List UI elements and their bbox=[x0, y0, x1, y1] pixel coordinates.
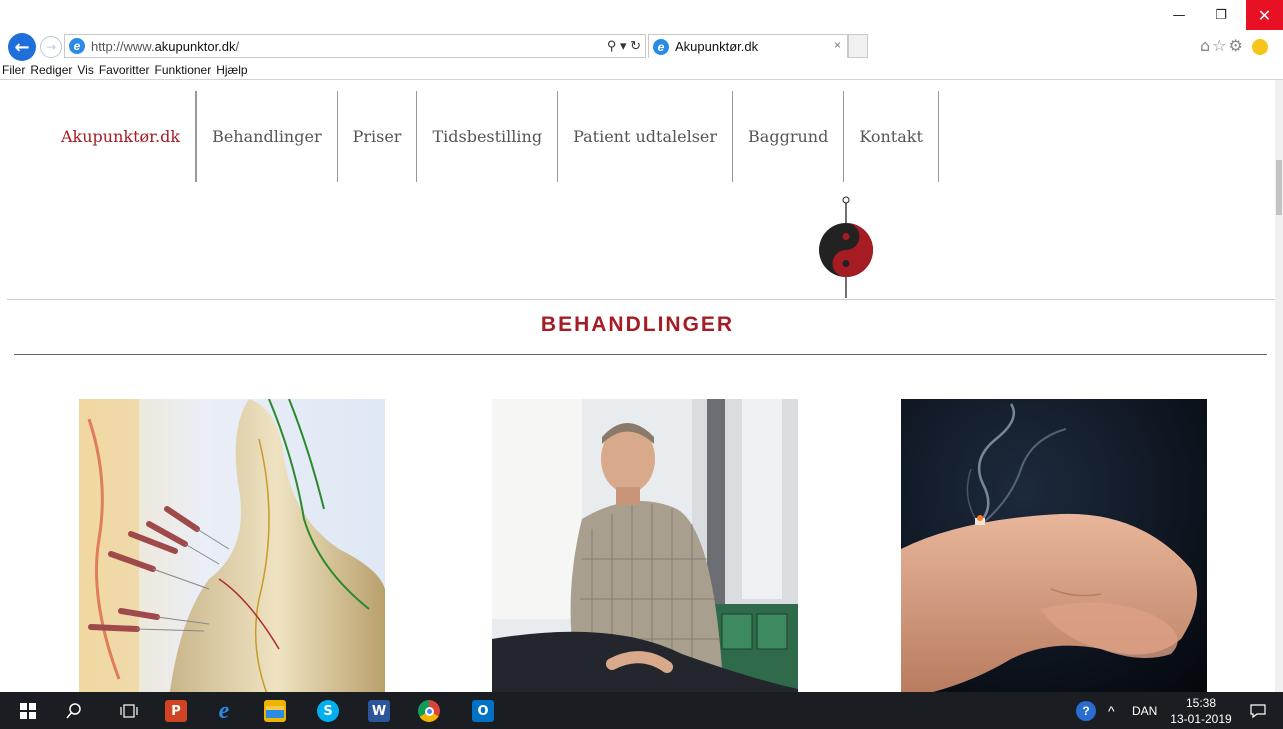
url-suffix: / bbox=[235, 38, 240, 54]
restore-button[interactable]: ❐ bbox=[1203, 0, 1239, 30]
powerpoint-icon[interactable]: P bbox=[165, 700, 187, 722]
nav-item-behandlinger[interactable]: Behandlinger bbox=[196, 91, 338, 182]
clock-time: 15:38 bbox=[1185, 696, 1217, 710]
forward-button[interactable]: → bbox=[40, 36, 62, 58]
internet-explorer-icon[interactable]: e bbox=[213, 698, 235, 724]
scrollbar-thumb[interactable] bbox=[1276, 160, 1282, 215]
windows-start-icon[interactable] bbox=[17, 700, 39, 722]
url-host: akupunktor.dk bbox=[154, 38, 236, 54]
nav-item-tidsbestilling[interactable]: Tidsbestilling bbox=[417, 91, 559, 182]
tab-close-icon[interactable]: × bbox=[834, 38, 841, 52]
file-explorer-icon[interactable] bbox=[264, 700, 286, 722]
yin-yang-needle-logo[interactable] bbox=[818, 195, 874, 300]
toolbar-icons[interactable]: ⌂☆⚙ bbox=[1200, 36, 1268, 55]
nav-item-patient-udtalelser[interactable]: Patient udtalelser bbox=[558, 91, 734, 182]
search-icon[interactable] bbox=[63, 700, 85, 722]
menu-bar: Filer Rediger Vis Favoritter Funktioner … bbox=[0, 60, 1283, 80]
clock-date: 13-01-2019 bbox=[1170, 712, 1232, 726]
chrome-icon[interactable] bbox=[418, 700, 440, 722]
minimize-button[interactable]: — bbox=[1161, 0, 1197, 30]
action-center-icon[interactable] bbox=[1250, 692, 1266, 729]
nav-item-kontakt[interactable]: Kontakt bbox=[844, 91, 939, 182]
feedback-smiley-icon[interactable] bbox=[1251, 38, 1268, 55]
address-bar[interactable]: e http://www. akupunktor.dk / ⚲ ▾ ↻ bbox=[64, 34, 646, 58]
web-page: Akupunktør.dk Behandlinger Priser Tidsbe… bbox=[0, 80, 1275, 692]
browser-tab[interactable]: e Akupunktør.dk × bbox=[648, 34, 848, 58]
nav-item-priser[interactable]: Priser bbox=[338, 91, 418, 182]
page-title: BEHANDLINGER bbox=[540, 313, 735, 336]
divider bbox=[14, 354, 1267, 355]
word-icon[interactable]: W bbox=[368, 700, 390, 722]
internet-explorer-icon: e bbox=[653, 38, 669, 55]
practitioner-treatment-photo[interactable] bbox=[492, 399, 798, 692]
moxibustion-hand-photo[interactable] bbox=[901, 399, 1207, 692]
task-view-icon[interactable] bbox=[118, 700, 140, 722]
system-clock[interactable]: 15:38 13-01-2019 bbox=[1170, 695, 1232, 727]
acupuncture-model-photo[interactable] bbox=[79, 399, 385, 692]
language-indicator[interactable]: DAN bbox=[1132, 692, 1157, 729]
menu-hjaelp[interactable]: Hjælp bbox=[216, 63, 247, 77]
tab-title: Akupunktør.dk bbox=[675, 39, 759, 54]
menu-filer[interactable]: Filer bbox=[2, 63, 25, 77]
close-window-button[interactable]: ✕ bbox=[1246, 0, 1283, 30]
menu-rediger[interactable]: Rediger bbox=[30, 63, 72, 77]
site-navigation: Akupunktør.dk Behandlinger Priser Tidsbe… bbox=[46, 91, 939, 182]
new-tab-button[interactable] bbox=[848, 34, 868, 58]
url-prefix: http://www. bbox=[91, 38, 155, 54]
browser-chrome: — ❐ ✕ ← → e http://www. akupunktor.dk / ⚲ … bbox=[0, 0, 1283, 80]
home-star-gear-icons[interactable]: ⌂☆⚙ bbox=[1200, 36, 1245, 55]
chevron-up-icon[interactable]: ^ bbox=[1108, 692, 1115, 729]
divider bbox=[7, 299, 1275, 300]
menu-favoritter[interactable]: Favoritter bbox=[99, 63, 150, 77]
internet-explorer-icon: e bbox=[69, 38, 85, 54]
help-icon[interactable]: ? bbox=[1076, 692, 1096, 729]
nav-item-home[interactable]: Akupunktør.dk bbox=[46, 91, 197, 182]
menu-vis[interactable]: Vis bbox=[77, 63, 93, 77]
windows-taskbar: P e S W O ? ^ DAN 15:38 13-01-2019 bbox=[0, 692, 1283, 729]
page-scrollbar[interactable] bbox=[1275, 80, 1283, 692]
nav-item-baggrund[interactable]: Baggrund bbox=[733, 91, 845, 182]
menu-funktioner[interactable]: Funktioner bbox=[155, 63, 212, 77]
outlook-icon[interactable]: O bbox=[472, 700, 494, 722]
back-button[interactable]: ← bbox=[8, 33, 36, 61]
skype-icon[interactable]: S bbox=[317, 700, 339, 722]
address-tools-icons[interactable]: ⚲ ▾ ↻ bbox=[607, 38, 641, 54]
